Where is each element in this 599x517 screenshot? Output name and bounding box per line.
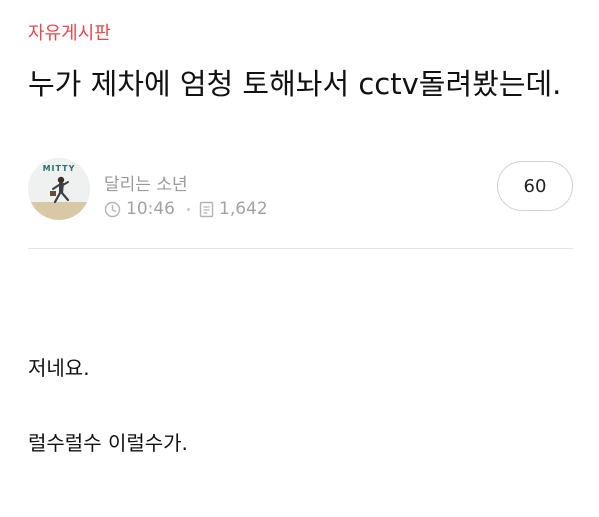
view-count: 1,642 [219,199,268,219]
clock-icon [104,201,121,218]
avatar[interactable]: MITTY [28,158,90,220]
post-title: 누가 제차에 엄청 토해놔서 cctv돌려봤는데. [28,67,562,101]
board-link[interactable]: 자유게시판 [28,19,111,45]
post-body-line: 럴수럴수 이럴수가. [28,431,188,455]
post-time: 10:46 [126,199,175,219]
avatar-image: MITTY [28,158,90,220]
author-name[interactable]: 달리는 소년 [104,170,188,195]
author-block: MITTY 달리는 소년 10:46 1,642 60 [28,158,573,224]
document-icon [199,201,214,218]
comment-count-button[interactable]: 60 [497,161,573,211]
meta-separator [187,207,190,211]
post-meta: 10:46 1,642 [104,199,268,219]
post-body-line: 저네요. [28,356,90,380]
avatar-caption: MITTY [43,164,76,173]
divider [28,248,573,249]
